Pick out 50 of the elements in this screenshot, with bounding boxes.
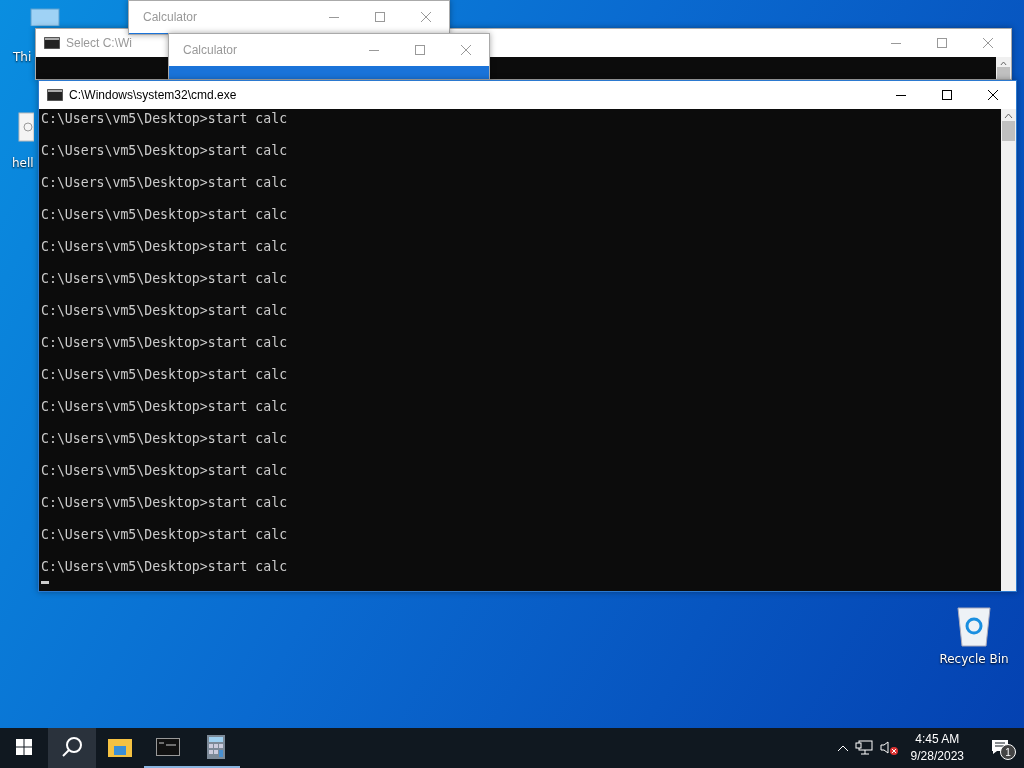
windows-logo-icon [16, 739, 32, 755]
monitor-icon [30, 8, 60, 26]
console-line: C:\Users\vm5\Desktop>start calc [41, 111, 288, 127]
console-line: C:\Users\vm5\Desktop>start calc [41, 143, 288, 159]
console-line: C:\Users\vm5\Desktop>start calc [41, 239, 288, 255]
close-icon [983, 38, 993, 48]
close-icon [988, 90, 998, 100]
scrollbar-thumb[interactable] [1002, 121, 1015, 141]
console-line: C:\Users\vm5\Desktop>start calc [41, 303, 288, 319]
search-icon [61, 736, 83, 758]
window-title: C:\Windows\system32\cmd.exe [68, 88, 237, 102]
console-line: C:\Users\vm5\Desktop>start calc [41, 271, 288, 287]
console-icon [47, 89, 63, 101]
desktop-icon-label[interactable]: hell [12, 156, 34, 170]
scrollbar-thumb[interactable] [997, 66, 1010, 79]
console-line: C:\Users\vm5\Desktop>start calc [41, 559, 288, 575]
scrollbar[interactable] [996, 57, 1011, 79]
console-line: C:\Users\vm5\Desktop>start calc [41, 527, 288, 543]
calculator-icon [207, 735, 225, 759]
network-icon[interactable] [854, 740, 873, 756]
console-icon [44, 37, 60, 49]
clock[interactable]: 4:45 AM 9/28/2023 [904, 731, 970, 765]
folder-icon [108, 737, 132, 757]
notification-count: 1 [1000, 744, 1016, 760]
document-icon [18, 112, 34, 142]
notification-button[interactable]: 1 [976, 728, 1024, 768]
console-line: C:\Users\vm5\Desktop>start calc [41, 431, 288, 447]
text-cursor [41, 581, 49, 584]
console-line: C:\Users\vm5\Desktop>start calc [41, 399, 288, 415]
muted-speaker-icon[interactable] [878, 740, 899, 756]
window-title: Select C:\Wi [65, 36, 132, 50]
console-line: C:\Users\vm5\Desktop>start calc [41, 335, 288, 351]
scrollbar[interactable] [1001, 109, 1016, 591]
window-title: Calculator [142, 10, 198, 24]
console-line: C:\Users\vm5\Desktop>start calc [41, 175, 288, 191]
search-button[interactable] [48, 728, 96, 768]
desktop-icon-label[interactable]: Thi [13, 50, 32, 64]
console-line: C:\Users\vm5\Desktop>start calc [41, 495, 288, 511]
close-icon [461, 45, 471, 55]
console-icon [156, 738, 180, 756]
console-line: C:\Users\vm5\Desktop>start calc [41, 463, 288, 479]
console-line: C:\Users\vm5\Desktop>start calc [41, 367, 288, 383]
console-line: C:\Users\vm5\Desktop>start calc [41, 207, 288, 223]
maximize-icon [415, 45, 425, 55]
maximize-icon [375, 12, 385, 22]
desktop-icon-label[interactable]: Recycle Bin [939, 652, 1009, 666]
maximize-icon [942, 90, 952, 100]
close-icon [421, 12, 431, 22]
window-title: Calculator [182, 43, 238, 57]
maximize-icon [937, 38, 947, 48]
